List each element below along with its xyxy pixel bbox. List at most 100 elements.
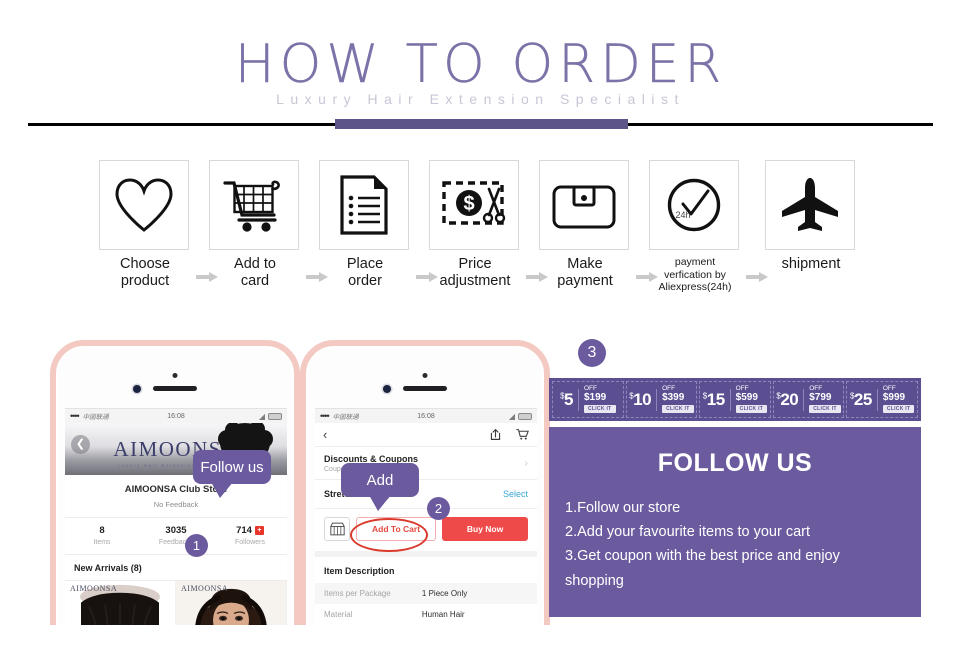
select-link[interactable]: Select [503, 489, 528, 499]
header-divider-purple [335, 119, 628, 129]
step-icon-box: $ [429, 160, 519, 250]
topbar-icons [489, 428, 529, 441]
coupon-details: OFF $599 CLICK IT [735, 385, 768, 414]
coupon-amount: $10 [629, 390, 651, 410]
badge-label: 2 [434, 501, 443, 516]
clock-label: 16:08 [167, 412, 185, 420]
spec-value: Human Hair [421, 610, 465, 619]
stat-followers[interactable]: 714 + Followers [213, 525, 287, 546]
product-topbar: ‹ [315, 423, 537, 447]
coupon-cta-button[interactable]: CLICK IT [662, 405, 694, 414]
document-list-icon [340, 175, 388, 235]
callout-label: Add [366, 471, 394, 489]
step-number-badge-1: 1 [185, 534, 208, 557]
coupon-value: 15 [706, 389, 725, 409]
step-label: shipment [781, 256, 841, 272]
page-title: HOW TO ORDER [234, 34, 727, 95]
coupon-card[interactable]: $20 OFF $799 CLICK IT [772, 381, 845, 418]
follow-us-title: FOLLOW US [657, 449, 813, 477]
item-description-heading: Item Description [324, 566, 395, 576]
step-number-badge-2: 2 [427, 497, 450, 520]
coupon-card[interactable]: $25 OFF $999 CLICK IT [846, 381, 918, 418]
coupon-value: 25 [853, 389, 872, 409]
coupon-cta-button[interactable]: CLICK IT [735, 405, 768, 414]
badge-label: 1 [192, 538, 201, 553]
wifi-icon: ◢ [508, 411, 515, 421]
phone-sensor [172, 373, 178, 378]
price-cut-scissors-icon: $ [442, 181, 506, 225]
coupon-details: OFF $999 CLICK IT [882, 385, 915, 414]
product-brand: AIMOONSA [181, 584, 229, 593]
coupon-amount: $20 [776, 390, 798, 410]
page-header: HOW TO ORDER Luxury Hair Extension Speci… [0, 0, 961, 140]
svg-text:$: $ [463, 193, 474, 215]
signal-dots-icon: •••• [320, 411, 330, 421]
svg-text:24h: 24h [675, 210, 690, 220]
store-feedback: No Feedback [153, 500, 199, 509]
spec-row: Items per Package 1 Piece Only [315, 583, 537, 604]
step-number-badge-3: 3 [578, 339, 606, 367]
coupon-amount: $15 [703, 390, 725, 410]
coupon-value: 5 [564, 389, 573, 409]
battery-icon [518, 412, 532, 420]
step-add-to-card: Add to card [209, 160, 301, 289]
follow-plus-badge[interactable]: + [254, 526, 264, 535]
phone-body: •••• 中国联通 16:08 ◢ ❮ AIMOONSA Luxury Hair… [50, 340, 300, 640]
coupon-details: OFF $799 CLICK IT [809, 385, 841, 414]
status-bar: •••• 中国联通 16:08 ◢ [65, 409, 287, 423]
wallet-icon [552, 185, 616, 229]
phone-sensor [422, 373, 428, 378]
coupon-card[interactable]: $15 OFF $599 CLICK IT [699, 381, 771, 418]
coupon-bar: $5 OFF $199 CLICK IT $10 OFF $399 CLICK … [549, 378, 921, 421]
chevron-right-icon[interactable]: › [525, 458, 528, 469]
follow-us-instructions: 1.Follow our store 2.Add your favourite … [549, 478, 921, 593]
store-icon[interactable] [324, 517, 350, 541]
wifi-icon: ◢ [258, 411, 265, 421]
carrier-label: 中国联通 [82, 414, 109, 421]
stat-value: 8 [99, 525, 105, 536]
coupon-divider [578, 388, 579, 411]
step-choose-product: Choose product [99, 160, 191, 289]
heart-icon [115, 178, 173, 232]
front-camera-icon [383, 385, 391, 393]
phone-mockup-product: •••• 中国联通 16:08 ◢ ‹ Discounts & Coupons … [300, 340, 550, 640]
back-button[interactable]: ❮ [71, 435, 90, 454]
coupon-min-spend: $599 [735, 392, 758, 404]
cart-icon[interactable] [516, 428, 529, 441]
step-label: Make payment [557, 256, 613, 289]
share-icon[interactable] [489, 428, 502, 441]
stat-value: 714 [236, 525, 252, 536]
follow-item: 1.Follow our store [565, 500, 681, 516]
coupon-cta-button[interactable]: CLICK IT [809, 405, 841, 414]
spec-row: Material Human Hair [315, 604, 537, 625]
phone-speaker [153, 386, 197, 391]
step-icon-box [765, 160, 855, 250]
coupon-cta-button[interactable]: CLICK IT [584, 405, 616, 414]
stat-items[interactable]: 8 Items [65, 525, 139, 546]
phone2-screen: •••• 中国联通 16:08 ◢ ‹ Discounts & Coupons … [315, 408, 537, 640]
phone-speaker [403, 386, 447, 391]
step-shipment: shipment [765, 160, 857, 273]
coupon-card[interactable]: $5 OFF $199 CLICK IT [552, 381, 624, 418]
clock-check-24h-icon: 24h [667, 178, 721, 232]
coupon-value: 10 [633, 389, 652, 409]
callout-label: Follow us [200, 458, 264, 476]
back-icon[interactable]: ‹ [323, 427, 327, 442]
spec-key: Items per Package [324, 589, 391, 598]
add-to-cart-highlight-ellipse [350, 518, 428, 552]
airplane-icon [782, 178, 838, 231]
follow-us-panel: FOLLOW US 1.Follow our store 2.Add your … [549, 427, 921, 617]
coupon-card[interactable]: $10 OFF $399 CLICK IT [625, 381, 698, 418]
status-right: ◢ [509, 412, 532, 421]
coupon-min-spend: $799 [809, 392, 832, 404]
front-camera-icon [133, 385, 141, 393]
coupon-cta-button[interactable]: CLICK IT [882, 405, 915, 414]
callout-follow-us: Follow us [193, 450, 271, 498]
bottom-spacer [0, 625, 961, 658]
page-subtitle: Luxury Hair Extension Specialist [276, 91, 685, 107]
shopping-cart-icon [223, 180, 280, 232]
buy-now-button[interactable]: Buy Now [442, 517, 528, 541]
spec-key: Material [324, 610, 353, 619]
signal-dots-icon: •••• [70, 411, 80, 421]
coupon-details: OFF $199 CLICK IT [584, 385, 616, 414]
